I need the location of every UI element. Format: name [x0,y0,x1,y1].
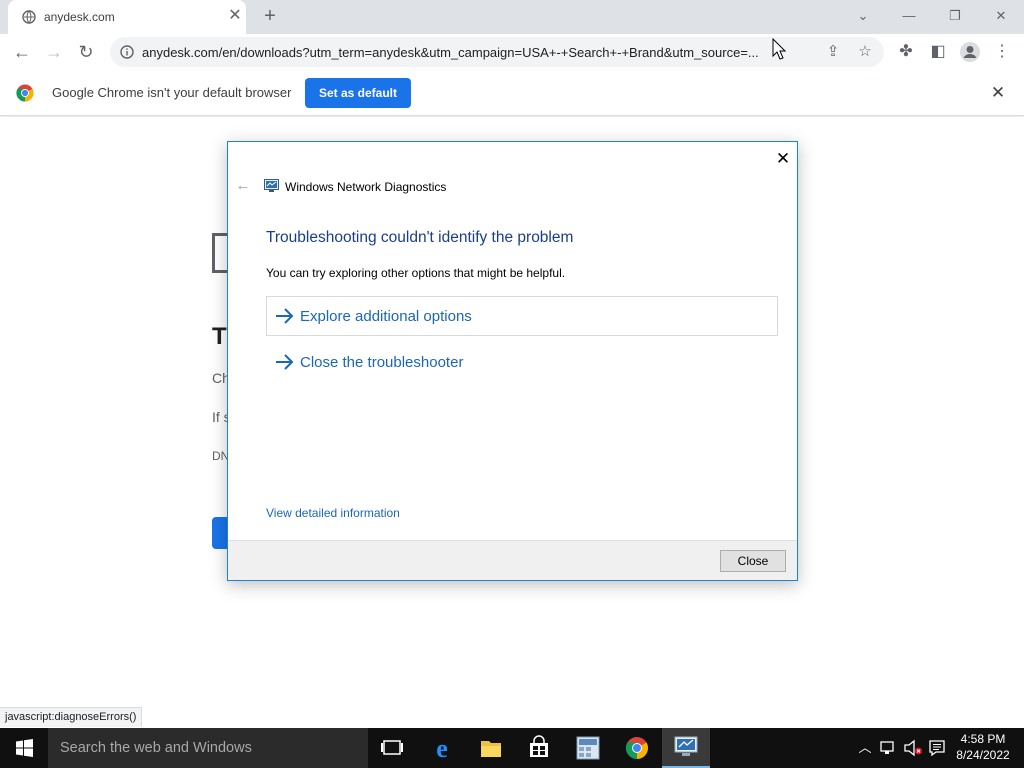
extensions-icon[interactable]: ✤ [893,39,919,65]
dialog-footer: Close [228,540,797,580]
browser-tab[interactable]: anydesk.com ✕ [8,0,246,34]
bookmark-star-icon[interactable]: ☆ [855,42,875,62]
side-panel-icon[interactable]: ◧ [925,39,951,65]
restore-icon[interactable]: ❐ [940,5,970,27]
taskbar: Search the web and Windows e ︿ 4:58 PM 8… [0,728,1024,768]
arrow-right-icon [276,354,294,370]
chrome-taskbar-icon[interactable] [613,728,661,768]
close-troubleshooter-link[interactable]: Close the troubleshooter [266,342,778,382]
view-detailed-info-link[interactable]: View detailed information [266,506,400,520]
task-view-icon[interactable] [368,728,416,768]
network-diagnostics-icon [264,179,279,192]
new-tab-icon[interactable]: + [259,6,281,28]
menu-icon[interactable]: ⋮ [989,39,1015,65]
file-explorer-icon[interactable] [467,728,515,768]
dialog-close-icon[interactable]: ✕ [772,148,794,170]
window-close-icon[interactable]: ✕ [986,5,1016,27]
dialog-heading: Troubleshooting couldn't identify the pr… [266,229,574,246]
clock-time[interactable]: 4:58 PM [944,732,1022,746]
dialog-back-icon[interactable]: ← [234,177,252,195]
infobar-message: Google Chrome isn't your default browser [52,85,292,100]
volume-muted-icon[interactable] [903,739,923,757]
default-browser-infobar: Google Chrome isn't your default browser… [0,70,1024,116]
globe-icon [22,10,36,24]
edge-icon[interactable]: e [418,728,466,768]
tab-search-icon[interactable]: ⌄ [848,5,878,27]
dialog-app-title: Windows Network Diagnostics [285,180,447,194]
set-as-default-button[interactable]: Set as default [305,78,411,108]
windows-start-icon[interactable] [0,728,48,768]
arrow-right-icon [276,308,294,324]
show-hidden-icons-icon[interactable]: ︿ [856,738,874,758]
mouse-cursor-icon [772,38,786,60]
taskbar-search-box[interactable]: Search the web and Windows [48,728,368,768]
dialog-subtext: You can try exploring other options that… [266,266,566,280]
forward-icon[interactable]: → [41,39,67,65]
browser-toolbar: ← → ↻ anydesk.com/en/downloads?utm_term=… [0,34,1024,70]
error-title: T [212,323,227,350]
taskbar-search-placeholder: Search the web and Windows [60,740,252,756]
calculator-icon[interactable] [564,728,612,768]
infobar-close-icon[interactable]: ✕ [988,83,1008,103]
status-bubble: javascript:diagnoseErrors() [0,707,143,727]
clock-date[interactable]: 8/24/2022 [944,748,1022,762]
address-bar[interactable]: anydesk.com/en/downloads?utm_term=anydes… [110,37,884,67]
store-icon[interactable] [515,728,563,768]
profile-avatar-icon[interactable] [959,41,981,63]
dialog-close-button[interactable]: Close [720,550,786,572]
tab-title: anydesk.com [44,10,115,24]
minimize-icon[interactable]: — [894,5,924,27]
share-icon[interactable]: ⇪ [823,42,843,62]
network-tray-icon[interactable] [879,739,897,757]
url-text: anydesk.com/en/downloads?utm_term=anydes… [142,45,759,60]
close-troubleshooter-label: Close the troubleshooter [300,354,464,371]
tab-close-icon[interactable]: ✕ [226,7,244,25]
chrome-logo-icon [16,84,34,102]
svg-text:e: e [436,734,448,763]
info-icon[interactable] [120,45,134,59]
explore-options-link[interactable]: Explore additional options [266,296,778,336]
network-diagnostics-icon [674,736,698,756]
network-diagnostics-dialog: ✕ ← Windows Network Diagnostics Troubles… [227,141,798,581]
back-icon[interactable]: ← [9,39,35,65]
reload-icon[interactable]: ↻ [73,39,99,65]
explore-options-label: Explore additional options [300,308,472,325]
tab-strip: anydesk.com ✕ + ⌄ — ❐ ✕ [0,0,1024,34]
network-diagnostics-taskbar-button[interactable] [662,728,710,768]
